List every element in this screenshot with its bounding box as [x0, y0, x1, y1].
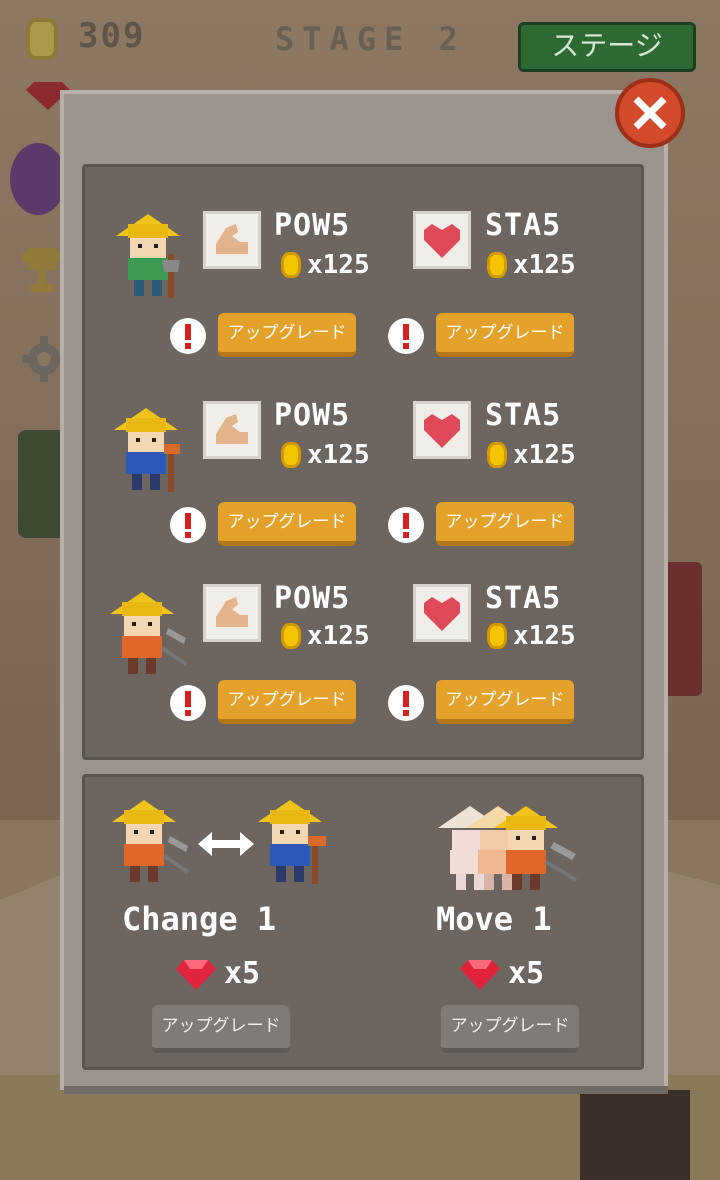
sta-upgrade-button[interactable]: アップグレード	[436, 502, 574, 546]
side-card	[662, 562, 702, 696]
alert-icon	[388, 685, 424, 721]
heart-icon	[413, 584, 471, 642]
move-cost: x5	[508, 956, 545, 991]
sta-label: STA5	[485, 398, 562, 433]
muscle-icon	[203, 211, 261, 269]
alert-icon	[388, 318, 424, 354]
coin-count: 309	[78, 16, 146, 56]
sta-cost: x125	[513, 440, 576, 470]
miner-blue-figure	[254, 796, 334, 888]
miner-avatar-green	[112, 210, 184, 302]
coin-icon	[487, 623, 507, 649]
sta-label: STA5	[485, 581, 562, 616]
coin-icon	[281, 623, 301, 649]
pow-label: POW5	[274, 398, 351, 433]
coin-icon	[487, 252, 507, 278]
coin-icon	[281, 252, 301, 278]
background-rock	[580, 1090, 690, 1180]
heart-icon	[413, 211, 471, 269]
coin-shop-icon[interactable]	[10, 143, 66, 215]
sta-cost: x125	[513, 621, 576, 651]
muscle-icon	[203, 401, 261, 459]
miner-orange-figure	[108, 796, 192, 888]
alert-icon	[170, 318, 206, 354]
pow-cost: x125	[307, 250, 370, 280]
sta-label: STA5	[485, 208, 562, 243]
trophy-icon[interactable]	[22, 248, 62, 296]
change-label: Change 1	[122, 900, 277, 938]
miner-move-figure	[436, 800, 586, 896]
sta-upgrade-button[interactable]: アップグレード	[436, 313, 574, 357]
miner-avatar-orange	[106, 588, 190, 680]
pow-upgrade-button[interactable]: アップグレード	[218, 313, 356, 357]
close-button[interactable]	[615, 78, 685, 148]
move-label: Move 1	[436, 900, 552, 938]
pow-upgrade-button[interactable]: アップグレード	[218, 680, 356, 724]
sta-cost: x125	[513, 250, 576, 280]
modal-shadow	[64, 1086, 668, 1094]
swap-arrow-icon	[198, 830, 254, 858]
miner-avatar-blue	[110, 404, 182, 496]
gem-icon	[176, 960, 216, 990]
alert-icon	[388, 507, 424, 543]
pow-cost: x125	[307, 440, 370, 470]
close-icon	[633, 96, 667, 130]
pow-label: POW5	[274, 581, 351, 616]
change-upgrade-button[interactable]: アップグレード	[152, 1005, 290, 1053]
gem-icon	[460, 960, 500, 990]
sta-upgrade-button[interactable]: アップグレード	[436, 680, 574, 724]
stage-label: STAGE 2	[275, 20, 466, 58]
coin-icon	[281, 442, 301, 468]
change-cost: x5	[224, 956, 261, 991]
coin-icon	[26, 18, 58, 60]
pow-cost: x125	[307, 621, 370, 651]
pow-upgrade-button[interactable]: アップグレード	[218, 502, 356, 546]
alert-icon	[170, 685, 206, 721]
muscle-icon	[203, 584, 261, 642]
alert-icon	[170, 507, 206, 543]
pow-label: POW5	[274, 208, 351, 243]
heart-icon	[413, 401, 471, 459]
stage-button[interactable]: ステージ	[518, 22, 696, 72]
move-upgrade-button[interactable]: アップグレード	[441, 1005, 579, 1053]
coin-icon	[487, 442, 507, 468]
